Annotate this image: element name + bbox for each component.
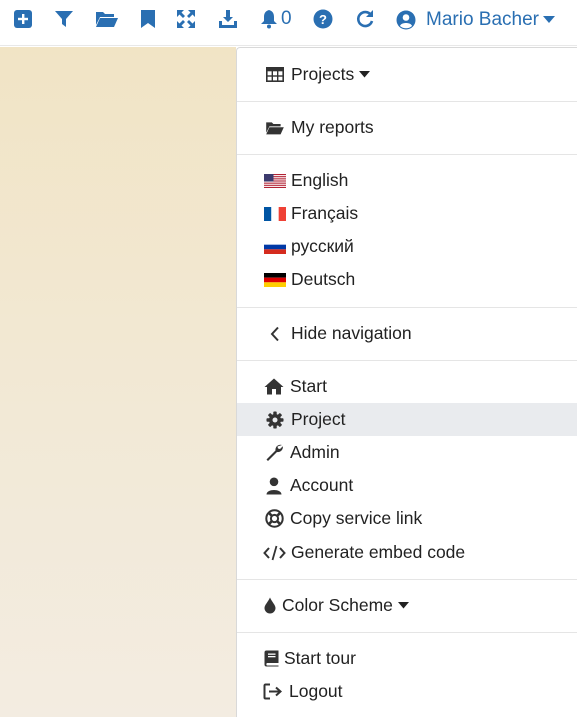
notification-count[interactable]: 0 [281, 8, 292, 30]
page-background [0, 47, 236, 717]
menu-item-language-deutsch[interactable]: Deutsch [237, 263, 577, 296]
menu-item-label: Start tour [284, 648, 356, 668]
menu-item-label: Copy service link [290, 508, 423, 528]
menu-item-label: русский [291, 236, 354, 256]
svg-text:?: ? [319, 12, 327, 27]
add-icon[interactable] [13, 9, 33, 29]
download-icon[interactable] [218, 9, 238, 29]
menu-item-language-russian[interactable]: русский [237, 230, 577, 263]
menu-item-account[interactable]: Account [237, 469, 577, 502]
menu-item-label: Project [291, 409, 346, 429]
caret-down-icon [397, 602, 409, 609]
table-icon [265, 66, 285, 84]
menu-item-label: Color Scheme [282, 595, 393, 615]
menu-divider [237, 307, 577, 308]
bell-icon[interactable] [259, 9, 279, 29]
help-icon[interactable]: ? [313, 9, 333, 29]
menu-item-label: English [291, 170, 349, 190]
home-icon [264, 378, 284, 396]
gear-icon [265, 411, 285, 429]
menu-item-admin[interactable]: Admin [237, 436, 577, 469]
folder-open-icon[interactable] [95, 9, 119, 29]
menu-divider [237, 632, 577, 633]
de-flag-icon [264, 272, 286, 287]
menu-item-label: Generate embed code [291, 542, 466, 562]
chevron-left-icon [265, 325, 285, 343]
menu-divider [237, 154, 577, 155]
menu-item-label: Projects [291, 64, 355, 84]
expand-icon[interactable] [176, 9, 196, 29]
code-icon [263, 544, 286, 562]
folder-open-icon [265, 119, 285, 137]
menu-item-label: My reports [291, 117, 374, 137]
menu-item-generate-embed-code[interactable]: Generate embed code [237, 536, 577, 569]
user-name: Mario Bacher [426, 9, 539, 30]
caret-down-icon [543, 16, 555, 23]
menu-item-label: Start [290, 376, 327, 396]
user-avatar-icon [396, 10, 416, 30]
caret-down-icon [359, 71, 371, 78]
book-icon [263, 650, 279, 668]
sign-out-icon [263, 683, 283, 701]
bookmark-icon[interactable] [138, 9, 158, 29]
menu-item-label: Hide navigation [291, 323, 412, 343]
menu-item-label: Logout [289, 681, 343, 701]
menu-item-start-tour[interactable]: Start tour [237, 642, 577, 675]
menu-item-hide-navigation[interactable]: Hide navigation [237, 317, 577, 350]
droplet-icon [263, 597, 277, 615]
menu-item-label: Français [291, 203, 359, 223]
menu-item-language-francais[interactable]: Français [237, 197, 577, 230]
life-ring-icon [264, 509, 284, 528]
menu-item-language-english[interactable]: English [237, 164, 577, 197]
top-toolbar: 0 ? Mario Bacher [0, 0, 577, 46]
fr-flag-icon [264, 206, 286, 221]
menu-item-color-scheme[interactable]: Color Scheme [237, 589, 577, 622]
menu-divider [237, 101, 577, 102]
ru-flag-icon [264, 239, 286, 254]
menu-divider [237, 579, 577, 580]
menu-item-copy-service-link[interactable]: Copy service link [237, 502, 577, 535]
menu-item-label: Admin [290, 442, 340, 462]
menu-item-projects[interactable]: Projects [237, 58, 577, 91]
wrench-icon [264, 444, 284, 462]
menu-item-logout[interactable]: Logout [237, 675, 577, 708]
menu-item-project[interactable]: Project [237, 403, 577, 436]
user-dropdown-menu: Projects My reports English Français рус… [236, 47, 577, 717]
us-flag-icon [264, 173, 286, 188]
menu-item-start[interactable]: Start [237, 370, 577, 403]
menu-item-label: Account [290, 475, 354, 495]
user-icon [264, 477, 284, 495]
menu-item-my-reports[interactable]: My reports [237, 111, 577, 144]
user-menu-toggle[interactable]: Mario Bacher [396, 8, 555, 32]
menu-item-label: Deutsch [291, 269, 356, 289]
filter-icon[interactable] [54, 9, 74, 29]
refresh-icon[interactable] [355, 9, 375, 29]
menu-divider [237, 360, 577, 361]
